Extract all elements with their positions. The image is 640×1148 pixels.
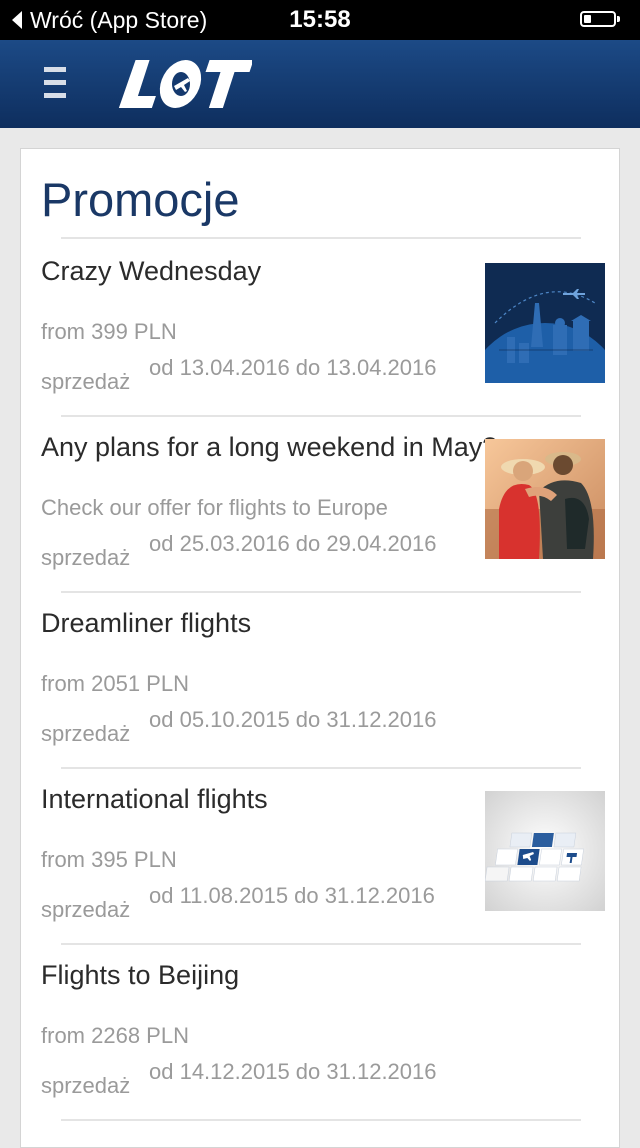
clock: 15:58 <box>289 6 351 33</box>
sale-label: sprzedaż <box>41 897 131 922</box>
divider <box>61 237 581 239</box>
sale-label: sprzedaż <box>41 721 131 746</box>
sale-label: sprzedaż <box>41 369 131 394</box>
sale-label: sprzedaż <box>41 545 131 570</box>
promotions-card: Promocje Crazy Wednesday from 399 PLN sp… <box>20 148 620 1148</box>
status-bar: Wróć (App Store) 15:58 <box>0 0 640 40</box>
promo-dates: od 14.12.2015 do 31.12.2016 <box>149 1059 437 1084</box>
promo-title: Crazy Wednesday <box>41 256 262 286</box>
divider <box>61 1119 581 1121</box>
promo-title: Any plans for a long weekend in May? <box>41 432 498 462</box>
sale-label: sprzedaż <box>41 1073 131 1098</box>
promo-item-flights-to-beijing[interactable]: Flights to Beijing from 2268 PLN sprzeda… <box>21 945 621 1121</box>
promo-item-long-weekend-may[interactable]: Any plans for a long weekend in May? Che… <box>21 417 621 593</box>
promo-dates: od 05.10.2015 do 31.12.2016 <box>149 707 437 732</box>
promo-dates: od 25.03.2016 do 29.04.2016 <box>149 531 437 556</box>
couple-travelers-image <box>485 439 605 559</box>
promo-price: from 399 PLN <box>41 319 177 344</box>
travel-landmarks-image <box>485 263 605 383</box>
promo-item-crazy-wednesday[interactable]: Crazy Wednesday from 399 PLN sprzedaż od… <box>21 241 621 417</box>
app-header <box>0 40 640 128</box>
promo-title: International flights <box>41 784 268 814</box>
promo-title: Flights to Beijing <box>41 960 240 990</box>
promo-price: from 2051 PLN <box>41 671 189 696</box>
promo-dates: od 13.04.2016 do 13.04.2016 <box>149 355 437 380</box>
lot-logo <box>118 60 252 108</box>
hamburger-menu-icon[interactable] <box>44 67 68 101</box>
promo-dates: od 11.08.2015 do 31.12.2016 <box>149 883 435 908</box>
promo-title: Dreamliner flights <box>41 608 252 638</box>
promo-item-international-flights[interactable]: International flights from 395 PLN sprze… <box>21 769 621 945</box>
promo-subtitle: Check our offer for flights to Europe <box>41 495 388 520</box>
promo-price: from 2268 PLN <box>41 1023 189 1048</box>
page-title: Promocje <box>41 173 240 226</box>
lot-cards-image <box>485 791 605 911</box>
promo-price: from 395 PLN <box>41 847 177 872</box>
promo-item-dreamliner-flights[interactable]: Dreamliner flights from 2051 PLN sprzeda… <box>21 593 621 769</box>
battery-icon <box>580 11 620 27</box>
